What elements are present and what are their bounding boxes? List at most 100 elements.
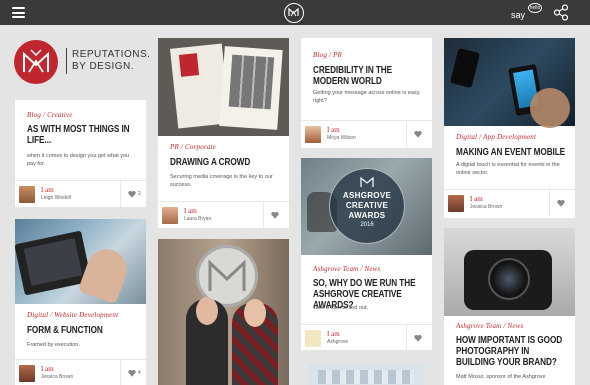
- card-title[interactable]: FORM & FUNCTION: [27, 325, 134, 336]
- author-label: I am: [184, 207, 197, 215]
- partial-image: [318, 370, 414, 384]
- card-title[interactable]: DRAWING A CROWD: [170, 157, 277, 168]
- author-name[interactable]: Jessica Brown: [41, 374, 73, 380]
- card-category[interactable]: Blog / Creative: [27, 111, 73, 119]
- avatar: [305, 330, 321, 347]
- author-name[interactable]: Moya Wilson: [327, 135, 356, 141]
- team-photo: [158, 239, 289, 385]
- author-name[interactable]: Ashgrove: [327, 339, 348, 345]
- card-author[interactable]: I am Moya Wilson: [301, 120, 432, 147]
- camera-lens-photo: [444, 228, 575, 316]
- card-team-photo[interactable]: [158, 239, 289, 385]
- mobile-photo: [444, 38, 575, 128]
- author-label: I am: [470, 195, 483, 203]
- card-description: Getting your message across online is ea…: [313, 90, 421, 104]
- card-category[interactable]: Digital / Website Development: [27, 311, 118, 319]
- like-button[interactable]: [549, 190, 575, 216]
- card-author[interactable]: I am Ashgrove: [301, 324, 432, 350]
- brand-line2: BY DESIGN.: [72, 61, 135, 72]
- person-right-face: [244, 299, 266, 327]
- card-partial[interactable]: [308, 364, 425, 385]
- avatar: [19, 186, 35, 203]
- card-description: A digital touch is essential for events …: [456, 162, 560, 176]
- magazine-photo: [158, 38, 289, 136]
- card-author[interactable]: I am Jessica Brown: [444, 189, 575, 216]
- share-icon[interactable]: [553, 4, 570, 21]
- card-category[interactable]: Ashgrove Team / News: [456, 322, 523, 330]
- like-button[interactable]: [263, 202, 289, 228]
- card-photography[interactable]: Ashgrove Team / News HOW IMPORTANT IS GO…: [444, 228, 575, 385]
- card-author[interactable]: I am Laura Bryan: [158, 201, 289, 228]
- avatar: [305, 126, 321, 143]
- phone-shape-2: [449, 47, 481, 89]
- say-hello-label[interactable]: say: [511, 10, 525, 20]
- author-name[interactable]: Leigh Windell: [41, 195, 71, 201]
- brand-line1: REPUTATIONS.: [72, 49, 151, 60]
- card-credibility[interactable]: Blog / PR CREDIBILITY IN THE MODERN WORL…: [301, 38, 432, 148]
- heart-icon: [414, 130, 422, 138]
- like-count: 2: [138, 191, 141, 197]
- awards-photo: ASHGROVE CREATIVE AWARDS 2016: [301, 158, 432, 255]
- hello-bubble-icon[interactable]: hello: [528, 3, 542, 13]
- brand-logo-icon: [14, 40, 58, 84]
- top-bar: say hello: [0, 0, 590, 25]
- like-count: 4: [138, 370, 141, 376]
- heart-icon: [128, 190, 136, 198]
- heart-icon: [128, 369, 136, 377]
- hand-shape: [530, 88, 570, 128]
- author-label: I am: [41, 186, 54, 194]
- card-category[interactable]: Blog / PR: [313, 51, 342, 59]
- card-title[interactable]: CREDIBILITY IN THE MODERN WORLD: [313, 65, 425, 87]
- avatar: [19, 365, 35, 382]
- card-category[interactable]: PR / Corporate: [170, 143, 216, 151]
- card-category[interactable]: Digital / App Development: [456, 133, 536, 141]
- card-author[interactable]: I am Leigh Windell 2: [15, 180, 146, 207]
- logo-sign-icon: [208, 259, 246, 291]
- card-drawing-a-crowd[interactable]: PR / Corporate DRAWING A CROWD Securing …: [158, 38, 289, 228]
- avatar: [448, 195, 464, 212]
- brand-block: REPUTATIONS. BY DESIGN.: [14, 40, 154, 85]
- card-description: Take a look to find out.: [313, 305, 369, 311]
- award-line-3: AWARDS: [348, 211, 386, 220]
- menu-icon[interactable]: [12, 7, 25, 18]
- card-title[interactable]: MAKING AN EVENT MOBILE: [456, 147, 568, 158]
- card-category[interactable]: Ashgrove Team / News: [313, 265, 380, 273]
- card-description: Securing media coverage is the key to ou…: [170, 174, 273, 188]
- card-description: when it comes to design you get what you…: [27, 153, 130, 167]
- heart-icon: [557, 199, 565, 207]
- card-event-mobile[interactable]: Digital / App Development MAKING AN EVEN…: [444, 38, 575, 218]
- lens-glass: [488, 258, 530, 300]
- heart-icon: [271, 211, 279, 219]
- author-name[interactable]: Laura Bryan: [184, 216, 211, 222]
- person-left-face: [196, 297, 218, 325]
- author-label: I am: [327, 330, 340, 338]
- brand-divider: [66, 48, 67, 74]
- like-button[interactable]: [406, 325, 432, 350]
- award-line-1: ASHGROVE: [342, 191, 392, 200]
- like-button[interactable]: 4: [120, 360, 146, 385]
- like-button[interactable]: 2: [120, 181, 146, 207]
- card-description: Framed by execution.: [27, 342, 80, 348]
- author-label: I am: [41, 365, 54, 373]
- card-author[interactable]: I am Jessica Brown 4: [15, 359, 146, 385]
- card-title[interactable]: AS WITH MOST THINGS IN LIFE...: [27, 124, 134, 146]
- card-description: Matt Mosur, sponsor of the Ashgrove: [456, 374, 546, 380]
- magazine-red-block: [178, 53, 200, 77]
- like-button[interactable]: [406, 121, 432, 147]
- magazine-photos: [228, 54, 275, 110]
- author-label: I am: [327, 126, 340, 134]
- logo-icon[interactable]: [284, 3, 304, 23]
- tablet-photo: [15, 219, 146, 305]
- author-name[interactable]: Jessica Brown: [470, 204, 502, 210]
- heart-icon: [414, 334, 422, 342]
- card-title[interactable]: HOW IMPORTANT IS GOOD PHOTOGRAPHY IN BUI…: [456, 335, 568, 368]
- card-form-and-function[interactable]: Digital / Website Development FORM & FUN…: [15, 219, 146, 385]
- magazine-right-page: [219, 46, 283, 130]
- awards-logo-icon: [360, 176, 374, 187]
- card-creative-awards[interactable]: ASHGROVE CREATIVE AWARDS 2016 Ashgrove T…: [301, 158, 432, 350]
- card-as-with-most-things[interactable]: Blog / Creative AS WITH MOST THINGS IN L…: [15, 100, 146, 207]
- hand-shape: [77, 243, 133, 305]
- avatar: [162, 207, 178, 224]
- award-year: 2016: [360, 222, 374, 228]
- award-line-2: CREATIVE: [345, 201, 389, 210]
